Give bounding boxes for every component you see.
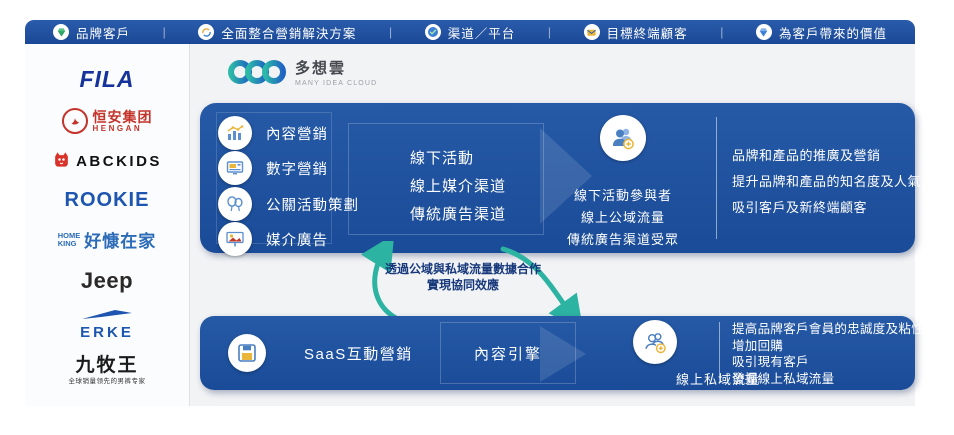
- header-divider: |: [162, 25, 166, 39]
- jeep-logo: Jeep: [80, 267, 134, 293]
- channel-item: 傳統廣告渠道: [410, 206, 507, 223]
- abckids-label: ABCKIDS: [76, 153, 162, 171]
- bottom-flow-band: SaaS互動營銷 內容引擎 線上私域流量 提高品牌客戶會員的忠誠度及粘性 增加回…: [200, 316, 925, 390]
- channel-item: 線下活動: [410, 150, 475, 167]
- band-divider: [719, 322, 720, 384]
- service-row-media-ads: 媒介廣告: [218, 222, 328, 256]
- value-list-top: 品牌和產品的推廣及營銷 提升品牌和產品的知名度及人氣 吸引客戶及新終端顧客: [732, 143, 922, 221]
- cloud-loops-icon: [228, 56, 286, 93]
- header-item-channels-platforms: 渠道／平台: [424, 23, 516, 42]
- service-row-pr-events: 公關活動策劃: [218, 187, 359, 221]
- abckids-logo: ABCKIDS: [52, 150, 162, 174]
- joeone-caption: 全球销量领先的男裤专家: [68, 378, 146, 386]
- value-item: 增加回購: [732, 338, 784, 353]
- check-circle-icon: [424, 24, 441, 40]
- balloons-icon: [218, 187, 252, 221]
- add-user-filled-icon: [600, 115, 646, 161]
- audience-group: 線下活動參與者 線上公域流量 傳統廣告渠道受眾: [530, 103, 716, 253]
- erke-logo: ERKE: [80, 309, 134, 340]
- homeking-en-line2: KING: [57, 238, 77, 248]
- saas-service-row: SaaS互動營銷: [228, 316, 413, 390]
- synergy-line2: 實現協同效應: [426, 278, 499, 292]
- add-user-outline-icon: [633, 320, 677, 364]
- mail-icon: [583, 24, 600, 40]
- value-item: 吸引現有客戶: [732, 355, 809, 369]
- header-item-customer-value: 為客戶帶來的價值: [755, 23, 887, 42]
- gem-blue-icon: [755, 24, 772, 40]
- top-flow-band: 內容營銷 數字營銷 公關活動策劃 媒介廣告 線下活動 線上媒介渠道 傳統廣告渠道: [200, 103, 922, 256]
- channel-item: 線上媒介渠道: [410, 178, 507, 195]
- value-item: 提升品牌和產品的知名度及人氣: [732, 174, 922, 189]
- service-label: 媒介廣告: [266, 232, 328, 249]
- hengan-logo: 恒安集团 HENGAN: [61, 108, 153, 135]
- many-idea-cloud-logo: 多想雲 MANY IDEA CLOUD: [228, 56, 377, 93]
- cloud-zh-label: 多想雲: [295, 60, 347, 78]
- monitor-icon: [218, 151, 252, 185]
- cloud-en-label: MANY IDEA CLOUD: [295, 79, 378, 87]
- header-bar: 品牌客戶 | 全面整合營銷解決方案 | 渠道／平台 | 目標終端顧客 | 為客戶…: [25, 20, 915, 44]
- synergy-line1: 透過公域與私域流量數據合作: [384, 262, 541, 276]
- marketing-solution-diagram: 品牌客戶 | 全面整合營銷解決方案 | 渠道／平台 | 目標終端顧客 | 為客戶…: [0, 0, 954, 435]
- cycle-icon: [198, 24, 215, 40]
- homeking-zh-label: 好慷在家: [84, 232, 157, 252]
- audience-item: 線下活動參與者: [573, 188, 672, 203]
- saas-label: SaaS互動營銷: [304, 345, 413, 363]
- header-item-label: 渠道／平台: [447, 26, 516, 41]
- service-row-digital-marketing: 數字營銷: [218, 151, 328, 185]
- synergy-caption: 透過公域與私域流量數據合作 實現協同效應: [358, 261, 568, 293]
- billboard-icon: [218, 222, 252, 256]
- band-divider: [716, 117, 717, 239]
- header-divider: |: [720, 25, 724, 39]
- service-label: 公關活動策劃: [266, 197, 359, 214]
- header-item-brand-clients: 品牌客戶: [53, 23, 130, 42]
- rookie-logo: ROOKIE: [64, 189, 150, 212]
- client-logos-sidebar: FILA 恒安集团 HENGAN ABCKIDS ROOKIE HOME KIN…: [25, 44, 190, 406]
- header-item-label: 為客戶帶來的價值: [778, 26, 887, 41]
- channels-list: 線下活動 線上媒介渠道 傳統廣告渠道: [410, 145, 506, 229]
- header-item-label: 品牌客戶: [76, 26, 131, 41]
- header-item-label: 目標終端顧客: [606, 26, 688, 41]
- hengan-zh-label: 恒安集团: [92, 108, 153, 125]
- gem-green-icon: [53, 24, 69, 40]
- service-label: 內容營銷: [266, 126, 328, 143]
- header-item-target-customers: 目標終端顧客: [583, 23, 688, 42]
- homeking-logo: HOME KING 好慷在家: [58, 227, 157, 252]
- service-label: 數字營銷: [266, 161, 328, 178]
- hengan-emblem-icon: [61, 108, 88, 135]
- hengan-en-label: HENGAN: [92, 123, 143, 133]
- audience-item: 線上公域流量: [580, 210, 665, 225]
- joeone-zh-label: 九牧王: [75, 355, 139, 377]
- private-traffic-group: 線上私域流量: [592, 316, 759, 390]
- header-divider: |: [388, 25, 393, 39]
- value-item: 品牌和產品的推廣及營銷: [732, 148, 881, 163]
- erke-label: ERKE: [80, 324, 134, 342]
- joeone-logo: 九牧王 全球销量领先的男裤专家: [69, 355, 146, 386]
- erke-swoosh-icon: [81, 309, 133, 325]
- header-divider: |: [547, 25, 551, 39]
- chart-icon: [218, 116, 252, 150]
- value-item: 吸引客戶及新終端顧客: [732, 200, 868, 215]
- service-row-content-marketing: 內容營銷: [218, 116, 328, 150]
- saas-disk-icon: [228, 334, 266, 372]
- fila-logo: FILA: [79, 66, 135, 92]
- header-item-label: 全面整合營銷解決方案: [221, 26, 357, 41]
- header-item-integrated-solution: 全面整合營銷解決方案: [198, 23, 356, 42]
- value-item: 發掘線上私域流量: [732, 371, 835, 386]
- value-item: 提高品牌客戶會員的忠誠度及粘性: [732, 322, 925, 336]
- abckids-monster-icon: [52, 150, 71, 174]
- value-list-bottom: 提高品牌客戶會員的忠誠度及粘性 增加回購 吸引現有客戶 發掘線上私域流量: [732, 321, 925, 387]
